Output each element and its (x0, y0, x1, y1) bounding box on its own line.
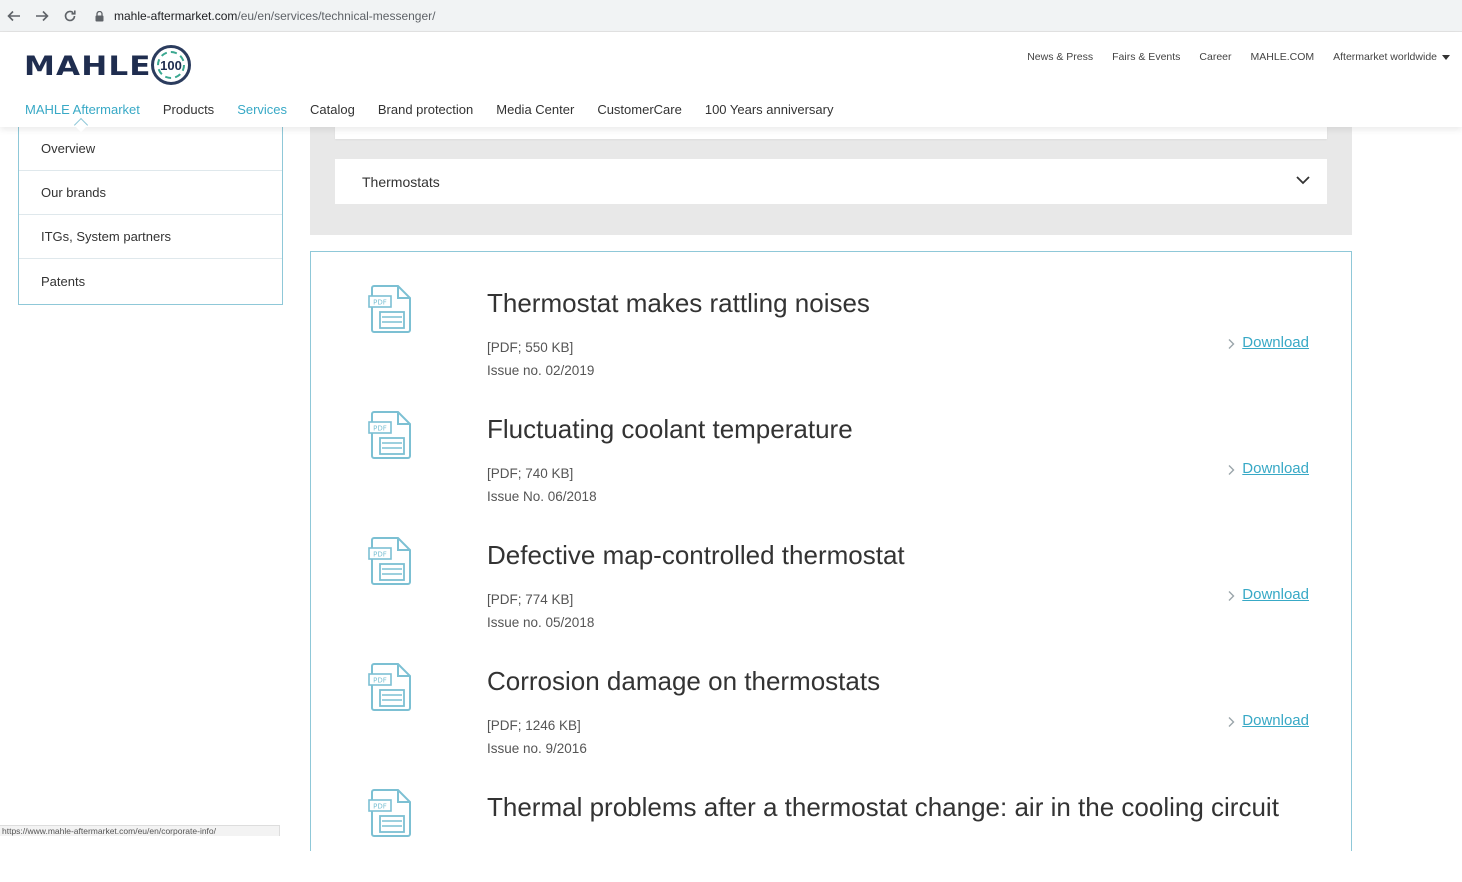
document-file-info: [PDF; 1246 KB] (487, 718, 581, 733)
caret-down-icon (1442, 54, 1450, 60)
download-link[interactable]: Download (1226, 460, 1309, 477)
svg-text:PDF: PDF (373, 425, 387, 433)
lock-icon (92, 9, 106, 23)
document-file-info: [PDF; 550 KB] (487, 340, 574, 355)
svg-text:PDF: PDF (373, 551, 387, 559)
document-item: PDF Thermal problems after a thermostat c… (311, 756, 1351, 882)
anniversary-badge: 100 (151, 45, 191, 85)
document-item: PDF Defective map-controlled thermostat [P… (311, 504, 1351, 630)
aftermarket-submenu: Overview Our brands ITGs, System partner… (18, 127, 283, 305)
document-title[interactable]: Defective map-controlled thermostat (487, 540, 905, 571)
nav-products[interactable]: Products (163, 102, 214, 117)
pdf-file-icon[interactable]: PDF (368, 662, 414, 712)
chevron-right-icon (1226, 463, 1236, 475)
download-link[interactable]: Download (1226, 712, 1309, 729)
document-item: PDF Fluctuating coolant temperature [PDF; … (311, 378, 1351, 504)
document-meta: [PDF; 550 KB] Issue no. 02/2019 (487, 336, 594, 382)
nav-brand-protection[interactable]: Brand protection (378, 102, 473, 117)
document-title[interactable]: Thermal problems after a thermostat chan… (487, 792, 1279, 823)
submenu-item-our-brands[interactable]: Our brands (19, 171, 282, 215)
submenu-item-itgs[interactable]: ITGs, System partners (19, 215, 282, 259)
top-link-mahle-com[interactable]: MAHLE.COM (1251, 51, 1315, 63)
nav-media-center[interactable]: Media Center (496, 102, 574, 117)
svg-text:PDF: PDF (373, 677, 387, 685)
svg-text:PDF: PDF (373, 803, 387, 811)
pdf-file-icon[interactable]: PDF (368, 536, 414, 586)
nav-100-years[interactable]: 100 Years anniversary (705, 102, 834, 117)
mahle-logo[interactable]: MAHLE (24, 51, 151, 82)
document-item: PDF Thermostat makes rattling noises [PDF;… (311, 252, 1351, 378)
submenu-item-patents[interactable]: Patents (19, 259, 282, 303)
document-title[interactable]: Fluctuating coolant temperature (487, 414, 853, 445)
address-bar[interactable]: mahle-aftermarket.com/eu/en/services/tec… (92, 5, 1462, 27)
site-header: MAHLE 100 News & Press Fairs & Events Ca… (0, 32, 1462, 133)
document-file-info: [PDF; 740 KB] (487, 466, 574, 481)
filter-previous-field (335, 127, 1327, 139)
document-title[interactable]: Corrosion damage on thermostats (487, 666, 880, 697)
browser-toolbar: mahle-aftermarket.com/eu/en/services/tec… (0, 0, 1462, 32)
status-bar-url: https://www.mahle-aftermarket.com/eu/en/… (0, 825, 280, 836)
url-path: /eu/en/services/technical-messenger/ (237, 9, 436, 23)
document-list: PDF Thermostat makes rattling noises [PDF;… (310, 251, 1352, 851)
chevron-right-icon (1226, 589, 1236, 601)
dropdown-selected-value: Thermostats (362, 173, 440, 190)
download-link[interactable]: Download (1226, 334, 1309, 351)
top-link-worldwide[interactable]: Aftermarket worldwide (1333, 51, 1450, 63)
svg-text:PDF: PDF (373, 299, 387, 307)
filter-panel: Thermostats (310, 127, 1352, 235)
top-link-news[interactable]: News & Press (1027, 51, 1093, 63)
url-domain: mahle-aftermarket.com (114, 9, 238, 23)
chevron-right-icon (1226, 715, 1236, 727)
document-file-info: [PDF; 774 KB] (487, 592, 574, 607)
category-dropdown[interactable]: Thermostats (335, 159, 1327, 204)
pdf-file-icon[interactable]: PDF (368, 410, 414, 460)
main-navigation: MAHLE Aftermarket Products Services Cata… (25, 102, 834, 117)
top-links: News & Press Fairs & Events Career MAHLE… (1027, 51, 1450, 63)
submenu-item-overview[interactable]: Overview (19, 127, 282, 171)
chevron-right-icon (1226, 337, 1236, 349)
back-arrow-icon[interactable] (0, 2, 28, 30)
document-item: PDF Corrosion damage on thermostats [PDF; … (311, 630, 1351, 756)
forward-arrow-icon[interactable] (28, 2, 56, 30)
nav-catalog[interactable]: Catalog (310, 102, 355, 117)
pdf-file-icon[interactable]: PDF (368, 788, 414, 838)
document-meta: [PDF; 1246 KB] Issue no. 9/2016 (487, 714, 587, 760)
reload-icon[interactable] (56, 2, 84, 30)
document-title[interactable]: Thermostat makes rattling noises (487, 288, 870, 319)
nav-mahle-aftermarket[interactable]: MAHLE Aftermarket (25, 102, 140, 117)
pdf-file-icon[interactable]: PDF (368, 284, 414, 334)
download-link[interactable]: Download (1226, 586, 1309, 603)
nav-services[interactable]: Services (237, 102, 287, 117)
document-meta: [PDF; 740 KB] Issue No. 06/2018 (487, 462, 597, 508)
top-link-fairs[interactable]: Fairs & Events (1112, 51, 1180, 63)
chevron-down-icon (1296, 176, 1310, 185)
top-link-career[interactable]: Career (1199, 51, 1231, 63)
document-meta: [PDF; 774 KB] Issue no. 05/2018 (487, 588, 594, 634)
nav-customercare[interactable]: CustomerCare (597, 102, 682, 117)
